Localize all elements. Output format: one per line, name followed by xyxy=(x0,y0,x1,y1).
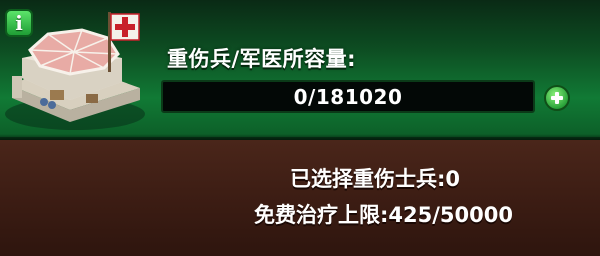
selected-wounded-stat: 已选择重伤士兵:0 xyxy=(290,163,460,193)
add-capacity-button[interactable] xyxy=(544,85,570,111)
capacity-value: 0/181020 xyxy=(293,84,403,109)
free-heal-limit-label: 免费治疗上限: xyxy=(254,203,389,227)
selected-wounded-value: 0 xyxy=(445,167,460,191)
info-icon[interactable]: i xyxy=(5,9,33,37)
capacity-bar: 0/181020 xyxy=(161,80,535,113)
capacity-label: 重伤兵/军医所容量: xyxy=(167,47,357,71)
free-heal-limit-value: 425/50000 xyxy=(388,203,513,227)
free-heal-limit-stat: 免费治疗上限:425/50000 xyxy=(254,199,513,229)
heal-stats-panel xyxy=(0,140,600,256)
selected-wounded-label: 已选择重伤士兵: xyxy=(289,167,446,191)
